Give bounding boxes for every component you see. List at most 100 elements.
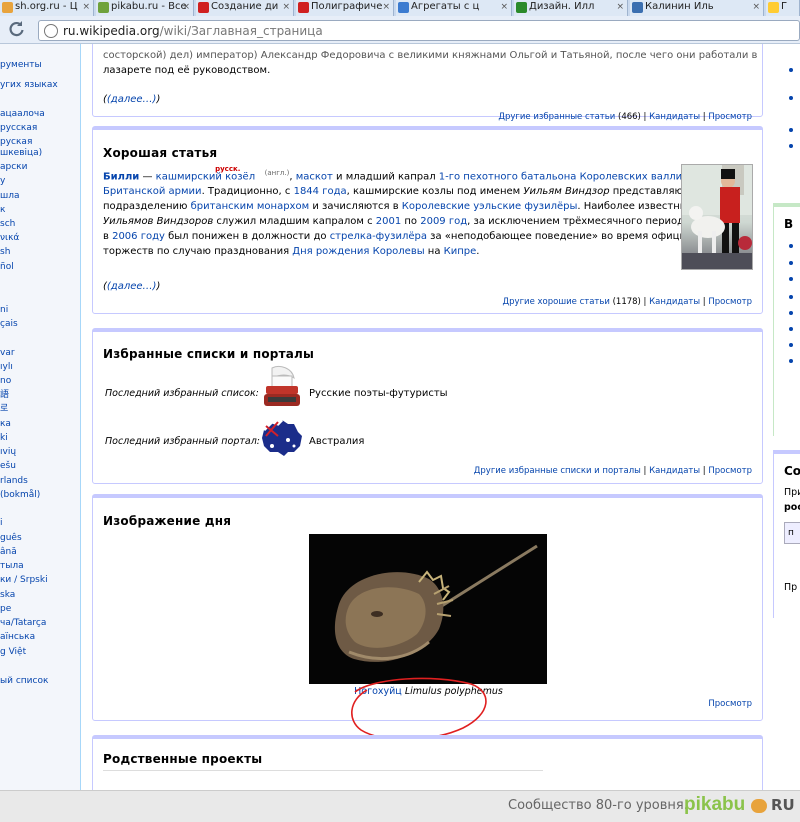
list-label: Последний избранный список:: [105, 388, 259, 399]
browser-tab[interactable]: pikabu.ru - Все ×: [96, 0, 194, 16]
sidebar-language-link[interactable]: ıvių: [0, 447, 16, 458]
article-link[interactable]: 2001: [376, 216, 401, 227]
lang-note[interactable]: (англ.): [262, 169, 290, 177]
sidebar-language-link[interactable]: 로: [0, 404, 8, 415]
sidebar-language-link[interactable]: var: [0, 348, 15, 359]
reload-icon[interactable]: [6, 19, 28, 39]
sidebar-language-link[interactable]: угих языках: [0, 80, 58, 91]
article-link[interactable]: Билли: [103, 171, 139, 182]
featured-more-link[interactable]: ((далее…)): [103, 92, 160, 107]
tab-close-icon[interactable]: ×: [282, 0, 290, 14]
right-box-button[interactable]: п: [784, 522, 800, 544]
sidebar-language-link[interactable]: sch: [0, 219, 15, 230]
sidebar-language-link[interactable]: шла: [0, 191, 20, 202]
article-link[interactable]: Королевские уэльские фузилёры: [402, 201, 578, 212]
other-lists-link[interactable]: Другие избранные списки и порталы: [474, 466, 641, 476]
article-link[interactable]: кашмирский козёл: [156, 171, 255, 182]
text: , кашмирские козлы под именем: [346, 186, 524, 198]
featured-candidates-link[interactable]: Кандидаты: [649, 112, 700, 122]
lists-view-link[interactable]: Просмотр: [708, 466, 752, 476]
sidebar-language-link[interactable]: русская: [0, 123, 37, 134]
other-featured-link[interactable]: Другие избранные статьи: [498, 112, 615, 122]
article-link[interactable]: британским монархом: [191, 201, 310, 212]
sidebar-language-link[interactable]: sh: [0, 247, 10, 258]
tab-favicon-icon: [632, 2, 643, 13]
sidebar-language-link[interactable]: ча/Tatarça: [0, 618, 46, 629]
article-link[interactable]: Британской армии: [103, 186, 202, 197]
sidebar-language-link[interactable]: ацаалоча: [0, 109, 45, 120]
tab-favicon-icon: [98, 2, 109, 13]
sidebar-language-link[interactable]: 語: [0, 390, 9, 401]
horseshoe-crab-photo[interactable]: [309, 534, 547, 684]
goat-photo[interactable]: [681, 164, 753, 270]
main-content: состорской) дел) император) Александр Фе…: [81, 44, 800, 790]
good-article-line: в 2006 году был понижен в должности до с…: [103, 229, 725, 244]
featured-view-link[interactable]: Просмотр: [708, 112, 752, 122]
good-candidates-link[interactable]: Кандидаты: [649, 297, 700, 307]
browser-tab[interactable]: Создание ди ×: [196, 0, 294, 16]
sidebar-language-link[interactable]: rlands: [0, 476, 28, 487]
address-url[interactable]: ru.wikipedia.org/wiki/Заглавная_страница: [63, 24, 323, 38]
sidebar-language-link[interactable]: g Việt: [0, 647, 26, 658]
good-view-link[interactable]: Просмотр: [708, 297, 752, 307]
tab-close-icon[interactable]: ×: [82, 0, 90, 14]
article-link[interactable]: Кипре: [444, 246, 477, 257]
sidebar-language-link[interactable]: guês: [0, 533, 22, 544]
browser-tab[interactable]: Калинин Иль ×: [630, 0, 764, 16]
tab-close-icon[interactable]: ×: [752, 0, 760, 14]
sidebar-language-link[interactable]: ıylı: [0, 362, 13, 373]
sidebar-language-link[interactable]: (bokmål): [0, 490, 40, 501]
tab-close-icon[interactable]: ×: [182, 0, 190, 14]
sidebar-language-link[interactable]: аїнська: [0, 632, 35, 643]
watermark-text: Сообщество 80-го уровня.: [508, 798, 688, 813]
featured-list-link[interactable]: Русские поэты-футуристы: [309, 386, 448, 401]
browser-tab[interactable]: Полиграфиче ×: [296, 0, 394, 16]
sidebar-language-link[interactable]: руская: [0, 137, 32, 148]
article-link[interactable]: Дня рождения Королевы: [292, 246, 424, 257]
sidebar-language-link[interactable]: ки / Srpski: [0, 575, 48, 586]
sidebar-language-link[interactable]: çais: [0, 319, 18, 330]
tab-close-icon[interactable]: ×: [382, 0, 390, 14]
sidebar-language-link[interactable]: ñol: [0, 262, 14, 273]
browser-tab[interactable]: Дизайн. Илл ×: [514, 0, 628, 16]
sidebar-language-link[interactable]: ка: [0, 419, 11, 430]
pikabu-logo: pikabu: [684, 794, 746, 815]
good-more-link[interactable]: ((далее…)): [103, 279, 160, 294]
sidebar-language-link[interactable]: ki: [0, 433, 8, 444]
article-link[interactable]: стрелка-фузилёра: [330, 231, 427, 242]
sidebar-language-link[interactable]: у: [0, 176, 5, 187]
rus-tag[interactable]: русск.: [215, 165, 240, 173]
tab-close-icon[interactable]: ×: [616, 0, 624, 14]
sidebar-language-link[interactable]: ska: [0, 590, 15, 601]
sidebar-language-link[interactable]: no: [0, 376, 11, 387]
sidebar-language-link[interactable]: ni: [0, 305, 8, 316]
sidebar-language-link[interactable]: ре: [0, 604, 11, 615]
featured-portal-link[interactable]: Австралия: [309, 434, 364, 449]
sidebar-language-link[interactable]: ый список: [0, 676, 48, 687]
potd-footer: Просмотр: [708, 699, 752, 709]
potd-view-link[interactable]: Просмотр: [708, 699, 752, 709]
sidebar-language-link[interactable]: тыла: [0, 561, 24, 572]
sidebar-language-link[interactable]: арски: [0, 162, 27, 173]
article-link[interactable]: 2009 год: [420, 216, 467, 227]
sidebar-language-link[interactable]: ešu: [0, 461, 16, 472]
good-article-box: Хорошая статья Билли — кашмирский козёлр…: [92, 126, 763, 314]
sidebar-language-link[interactable]: шкевіца): [0, 148, 42, 159]
browser-tab[interactable]: sh.org.ru - Ц ×: [0, 0, 94, 16]
other-good-link[interactable]: Другие хорошие статьи: [503, 297, 610, 307]
lists-candidates-link[interactable]: Кандидаты: [649, 466, 700, 476]
article-link[interactable]: 1844 года: [294, 186, 347, 197]
sidebar-language-link[interactable]: ână: [0, 547, 17, 558]
address-bar[interactable]: ru.wikipedia.org/wiki/Заглавная_страница: [38, 20, 800, 41]
sidebar-language-link[interactable]: рументы: [0, 60, 42, 71]
text: —: [139, 171, 156, 183]
article-link[interactable]: 2006 году: [112, 231, 165, 242]
article-link[interactable]: маскот: [296, 171, 333, 182]
sidebar-language-link[interactable]: νικά: [0, 233, 19, 244]
browser-tab[interactable]: Агрегаты с ц ×: [396, 0, 512, 16]
browser-tab[interactable]: Г: [766, 0, 800, 16]
sidebar-language-link[interactable]: i: [0, 518, 3, 529]
sidebar-language-link[interactable]: к: [0, 205, 5, 216]
article-link[interactable]: 1-го пехотного батальона: [439, 171, 577, 182]
tab-close-icon[interactable]: ×: [500, 0, 508, 14]
